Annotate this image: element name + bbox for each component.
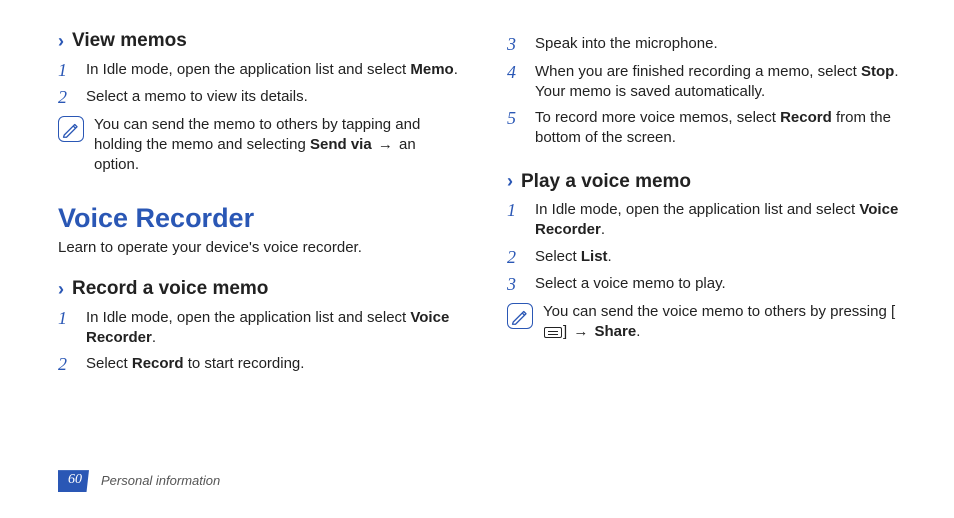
arrow-glyph: → <box>376 136 395 153</box>
note-block: You can send the memo to others by tappi… <box>58 115 459 176</box>
text-run: To record more voice memos, select <box>535 109 780 126</box>
step-number: 2 <box>507 247 525 269</box>
step-number: 5 <box>507 108 525 149</box>
step-number: 2 <box>58 87 76 109</box>
step-item: 2 Select Record to start recording. <box>58 354 459 376</box>
section-intro: Learn to operate your device's voice rec… <box>58 238 459 258</box>
bold-run: Send via <box>310 136 372 153</box>
step-number: 1 <box>58 60 76 82</box>
step-text: Speak into the microphone. <box>535 34 908 56</box>
text-run: . <box>601 221 605 238</box>
bold-run: Memo <box>410 61 453 78</box>
text-run: You can send the memo to others by tappi… <box>94 116 420 153</box>
bold-run: Record <box>132 355 184 372</box>
text-run: . <box>454 61 458 78</box>
step-text: Select a voice memo to play. <box>535 274 908 296</box>
note-text: You can send the voice memo to others by… <box>543 302 908 343</box>
step-item: 1 In Idle mode, open the application lis… <box>58 60 459 82</box>
text-run: In Idle mode, open the application list … <box>535 201 859 218</box>
step-text: Select Record to start recording. <box>86 354 459 376</box>
step-item: 4 When you are finished recording a memo… <box>507 62 908 103</box>
arrow-glyph: → <box>571 323 590 340</box>
text-run: . <box>152 329 156 346</box>
page-footer: 60 Personal information <box>58 470 220 492</box>
step-item: 2 Select List. <box>507 247 908 269</box>
text-run: . <box>608 248 612 265</box>
chevron-icon: › <box>507 172 513 190</box>
step-item: 5 To record more voice memos, select Rec… <box>507 108 908 149</box>
chevron-icon: › <box>58 32 64 50</box>
step-text: Select a memo to view its details. <box>86 87 459 109</box>
step-item: 2 Select a memo to view its details. <box>58 87 459 109</box>
step-text: When you are finished recording a memo, … <box>535 62 908 103</box>
step-text: In Idle mode, open the application list … <box>535 200 908 241</box>
text-run: In Idle mode, open the application list … <box>86 309 410 326</box>
page-number-badge: 60 <box>58 470 89 492</box>
step-item: 1 In Idle mode, open the application lis… <box>507 200 908 241</box>
text-run: You can send the voice memo to others by… <box>543 303 895 320</box>
bold-run: List <box>581 248 608 265</box>
note-icon <box>507 303 533 329</box>
step-number: 3 <box>507 274 525 296</box>
text-run: When you are finished recording a memo, … <box>535 63 861 80</box>
step-text: In Idle mode, open the application list … <box>86 60 459 82</box>
heading-text: Play a voice memo <box>521 169 691 195</box>
text-run: Select <box>86 355 132 372</box>
text-run: to start recording. <box>184 355 305 372</box>
step-item: 1 In Idle mode, open the application lis… <box>58 308 459 349</box>
heading-record-memo: › Record a voice memo <box>58 276 459 302</box>
note-text: You can send the memo to others by tappi… <box>94 115 459 176</box>
text-run: Select <box>535 248 581 265</box>
step-number: 1 <box>507 200 525 241</box>
heading-view-memos: › View memos <box>58 28 459 54</box>
footer-section-name: Personal information <box>101 472 220 490</box>
menu-key-icon <box>544 327 562 338</box>
chevron-icon: › <box>58 280 64 298</box>
text-run: In Idle mode, open the application list … <box>86 61 410 78</box>
note-block: You can send the voice memo to others by… <box>507 302 908 343</box>
heading-text: Record a voice memo <box>72 276 268 302</box>
note-icon <box>58 116 84 142</box>
step-text: Select List. <box>535 247 908 269</box>
manual-page: › View memos 1 In Idle mode, open the ap… <box>0 0 954 518</box>
section-title-voice-recorder: Voice Recorder <box>58 200 459 236</box>
step-number: 1 <box>58 308 76 349</box>
step-item: 3 Select a voice memo to play. <box>507 274 908 296</box>
text-run: . <box>636 323 640 340</box>
bold-run: Share <box>595 323 637 340</box>
bold-run: Stop <box>861 63 894 80</box>
step-number: 2 <box>58 354 76 376</box>
bold-run: Record <box>780 109 832 126</box>
step-number: 4 <box>507 62 525 103</box>
heading-text: View memos <box>72 28 187 54</box>
left-column: › View memos 1 In Idle mode, open the ap… <box>58 28 459 382</box>
step-text: To record more voice memos, select Recor… <box>535 108 908 149</box>
right-column: 3 Speak into the microphone. 4 When you … <box>507 28 908 382</box>
step-number: 3 <box>507 34 525 56</box>
step-text: In Idle mode, open the application list … <box>86 308 459 349</box>
two-column-layout: › View memos 1 In Idle mode, open the ap… <box>58 28 908 382</box>
heading-play-memo: › Play a voice memo <box>507 169 908 195</box>
step-item: 3 Speak into the microphone. <box>507 34 908 56</box>
spacer <box>507 155 908 169</box>
